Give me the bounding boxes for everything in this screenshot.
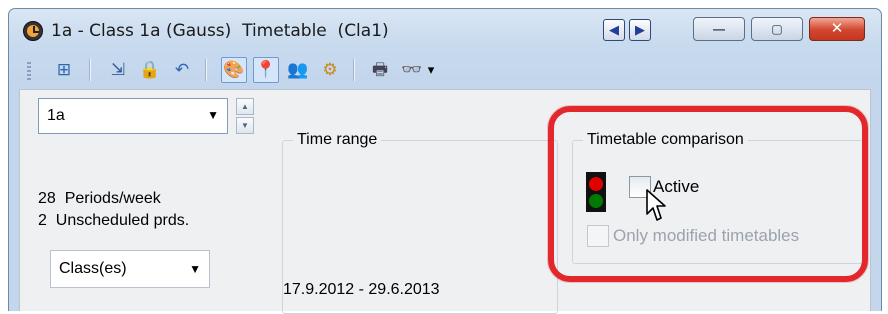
time-range-label: Time range — [293, 131, 382, 149]
chevron-left-icon: ◀ — [609, 22, 619, 37]
maximize-icon: ▢ — [771, 22, 783, 36]
toolbar: ⊞ ⇲ 🔒 ↶ 🎨 📍 👥 ⚙ 🖶 👓 ▾ — [9, 49, 881, 89]
grid-view-icon: ⊞ — [56, 60, 72, 79]
maximize-button[interactable]: ▢ — [751, 17, 803, 41]
palette-button[interactable]: 🎨 — [221, 57, 247, 83]
periods-per-week: 28 Periods/week — [38, 190, 161, 207]
chevron-right-icon: ▶ — [635, 22, 645, 37]
class-select-value: 1a — [47, 107, 65, 124]
binoculars-button[interactable]: 👓 — [399, 57, 425, 83]
close-icon: ✕ — [830, 20, 844, 37]
pin-button[interactable]: 📍 — [253, 57, 279, 83]
class-select[interactable]: 1a ▼ — [38, 98, 228, 134]
print-icon: 🖶 — [371, 60, 389, 79]
clock-icon — [23, 21, 43, 41]
people-icon: 👥 — [287, 60, 309, 79]
settings-button[interactable]: ⚙ — [317, 57, 343, 83]
element-type-value: Class(es) — [59, 260, 127, 277]
spin-down-button[interactable]: ▼ — [236, 117, 254, 134]
chevron-down-icon: ▼ — [189, 262, 201, 276]
next-button[interactable]: ▶ — [629, 19, 651, 41]
class-spinner: ▲ ▼ — [236, 98, 254, 134]
undo-button[interactable]: ↶ — [169, 57, 195, 83]
window-title: 1a - Class 1a (Gauss) Timetable (Cla1) — [51, 21, 389, 41]
pin-icon: 📍 — [255, 60, 277, 79]
print-button[interactable]: 🖶 — [367, 57, 393, 83]
chevron-down-icon: ▼ — [207, 108, 219, 122]
minimize-button[interactable]: — — [693, 17, 745, 41]
unscheduled-periods: 2 Unscheduled prds. — [38, 212, 190, 229]
element-type-select[interactable]: Class(es) ▼ — [50, 250, 210, 288]
highlight-annotation — [548, 106, 868, 282]
previous-button[interactable]: ◀ — [603, 19, 625, 41]
lock-button[interactable]: 🔒 — [137, 57, 163, 83]
toolbar-grip[interactable] — [27, 62, 31, 82]
people-button[interactable]: 👥 — [285, 57, 311, 83]
palette-icon: 🎨 — [223, 60, 245, 79]
binoculars-icon: 👓 — [401, 60, 423, 79]
undo-icon: ↶ — [174, 60, 190, 79]
time-range-group: Time range 17.9.2012 - 29.6.2013 — [282, 131, 558, 314]
minimize-icon: — — [713, 22, 725, 36]
spin-up-button[interactable]: ▲ — [236, 98, 254, 115]
import-button[interactable]: ⇲ — [105, 57, 131, 83]
settings-icon: ⚙ — [322, 60, 338, 79]
import-icon: ⇲ — [110, 60, 126, 79]
lock-icon: 🔒 — [139, 60, 161, 79]
title-bar[interactable]: 1a - Class 1a (Gauss) Timetable (Cla1) ◀… — [9, 9, 881, 49]
date-range-text: 17.9.2012 - 29.6.2013 — [283, 281, 440, 298]
chevron-down-icon: ▾ — [427, 62, 435, 77]
close-button[interactable]: ✕ — [809, 17, 865, 41]
toolbar-more-dropdown[interactable]: ▾ — [423, 57, 439, 83]
grid-view-button[interactable]: ⊞ — [51, 57, 77, 83]
